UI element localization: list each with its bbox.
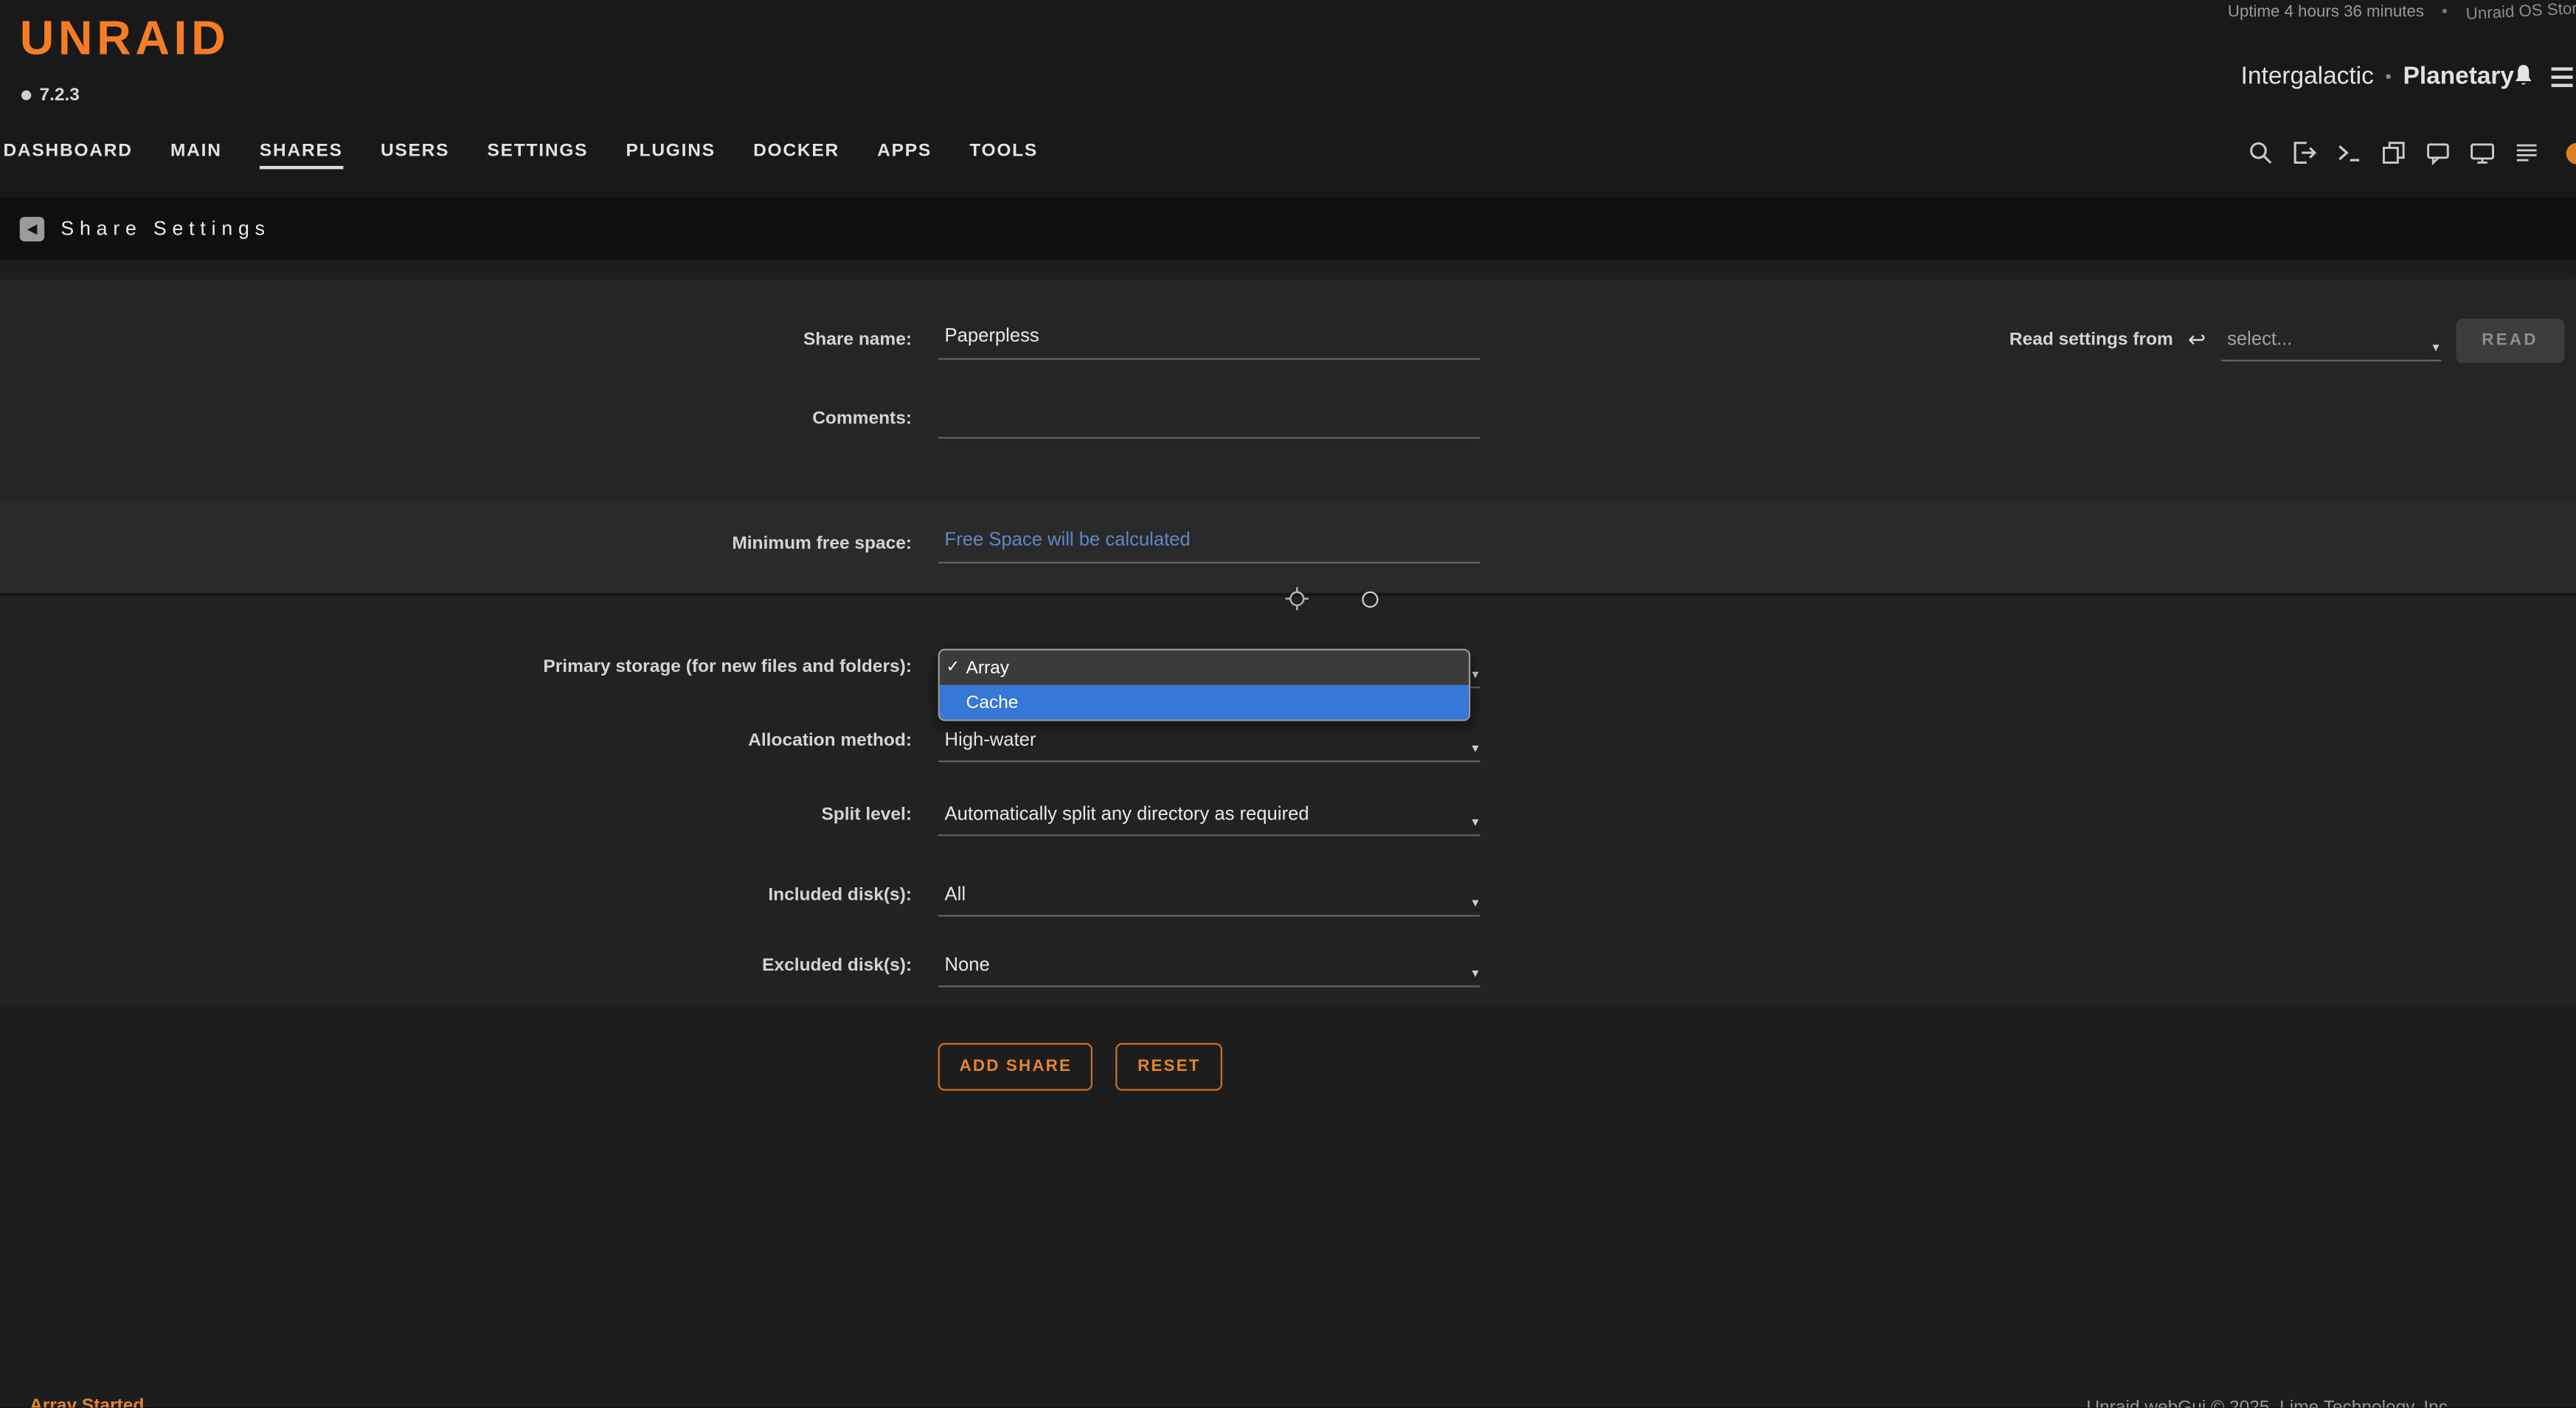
main-nav: DASHBOARD MAIN SHARES USERS SETTINGS PLU… <box>3 142 1038 170</box>
allocation-method-select[interactable]: High-water ▾ <box>938 721 1481 762</box>
included-disks-value: All <box>945 884 966 904</box>
uptime-line: Uptime 4 hours 36 minutes • Unraid OS St… <box>2228 3 2576 21</box>
nav-item-apps[interactable]: APPS <box>877 142 932 170</box>
page-title-bar: ◀ Share Settings <box>0 197 2576 260</box>
monitor-icon[interactable] <box>2469 139 2496 166</box>
comments-label: Comments: <box>0 409 912 429</box>
split-level-row: Split level: Automatically split any dir… <box>0 779 2576 851</box>
dropdown-option-array[interactable]: ✓ Array <box>940 651 1469 685</box>
separator-bullet: • <box>2385 66 2392 86</box>
nav-item-dashboard[interactable]: DASHBOARD <box>3 142 132 170</box>
copy-icon[interactable] <box>2381 139 2407 166</box>
excluded-disks-select[interactable]: None ▾ <box>938 946 1481 987</box>
chevron-down-icon: ▾ <box>1472 666 1478 681</box>
share-name-label: Share name: <box>0 330 912 350</box>
import-arrow-icon: ↩ <box>2188 327 2206 353</box>
back-arrow-icon: ◀ <box>27 221 38 236</box>
feedback-icon[interactable] <box>2425 139 2451 166</box>
split-level-value: Automatically split any directory as req… <box>945 804 1309 824</box>
server-name[interactable]: Intergalactic <box>2241 63 2374 91</box>
included-disks-row: Included disk(s): All ▾ <box>0 859 2576 932</box>
notifications-bell-icon[interactable] <box>2510 63 2537 99</box>
min-free-space-row: Minimum free space: <box>0 507 2576 580</box>
comments-row: Comments: <box>0 383 2576 455</box>
included-disks-label: Included disk(s): <box>0 885 912 905</box>
included-disks-select[interactable]: All ▾ <box>938 875 1481 916</box>
nav-item-docker[interactable]: DOCKER <box>753 142 839 170</box>
primary-storage-label: Primary storage (for new files and folde… <box>0 657 912 677</box>
page-title: Share Settings <box>60 217 270 240</box>
chevron-down-icon: ▾ <box>2432 339 2439 354</box>
circle-marker-icon <box>1362 592 1378 608</box>
form-actions: ADD SHARE RESET <box>938 1043 1222 1091</box>
chevron-down-icon: ▾ <box>1472 895 1478 909</box>
dropdown-option-label: Cache <box>966 693 1018 712</box>
nav-item-tools[interactable]: TOOLS <box>969 142 1038 170</box>
nav-item-settings[interactable]: SETTINGS <box>487 142 588 170</box>
min-free-space-label: Minimum free space: <box>0 534 912 554</box>
status-dot-icon <box>2566 143 2576 164</box>
server-description: Planetary <box>2403 63 2514 91</box>
footer-copyright: Unraid webGui © 2025, Lime Technology, I… <box>2086 1398 2452 1407</box>
comments-input[interactable] <box>938 403 1481 439</box>
allocation-method-value: High-water <box>945 730 1036 750</box>
version-dot-icon <box>21 90 31 100</box>
version-number: 7.2.3 <box>39 86 79 105</box>
read-settings-select-value: select... <box>2227 330 2292 350</box>
chevron-down-icon: ▾ <box>1472 740 1478 755</box>
log-icon[interactable] <box>2513 139 2540 166</box>
min-free-space-input[interactable] <box>938 527 1481 563</box>
menu-icon[interactable] <box>2552 67 2573 87</box>
check-icon: ✓ <box>940 659 966 676</box>
terminal-icon[interactable] <box>2336 139 2363 166</box>
excluded-disks-label: Excluded disk(s): <box>0 956 912 976</box>
excluded-disks-row: Excluded disk(s): None ▾ <box>0 930 2576 1002</box>
nav-item-shares[interactable]: SHARES <box>260 142 343 170</box>
unraid-logo[interactable]: UNRAID <box>20 13 230 67</box>
read-settings-select[interactable]: select... ▾ <box>2220 319 2440 361</box>
read-settings-cluster: Read settings from ↩ select... ▾ READ <box>2009 304 2564 376</box>
chevron-down-icon: ▾ <box>1472 965 1478 979</box>
split-level-label: Split level: <box>0 805 912 825</box>
array-status-link[interactable]: Array Started <box>30 1396 144 1408</box>
nav-item-main[interactable]: MAIN <box>170 142 222 170</box>
crosshair-cursor-icon <box>1285 586 1309 620</box>
primary-storage-dropdown: ✓ Array Cache <box>938 649 1471 721</box>
os-ribbon-text: Unraid OS Stor <box>2465 1 2576 24</box>
utility-icons <box>2248 139 2540 166</box>
chevron-down-icon: ▾ <box>1472 814 1478 828</box>
allocation-method-label: Allocation method: <box>0 731 912 751</box>
back-button[interactable]: ◀ <box>20 216 44 240</box>
excluded-disks-value: None <box>945 955 990 975</box>
search-icon[interactable] <box>2248 139 2274 166</box>
read-settings-label: Read settings from <box>2009 330 2173 350</box>
unraid-share-settings-page: UNRAID 7.2.3 Uptime 4 hours 36 minutes •… <box>0 0 2576 1408</box>
server-identity: Intergalactic • Planetary <box>2241 63 2514 91</box>
reset-button[interactable]: RESET <box>1116 1043 1222 1091</box>
uptime-text: Uptime 4 hours 36 minutes <box>2228 3 2424 21</box>
header: UNRAID 7.2.3 Uptime 4 hours 36 minutes •… <box>0 0 2576 197</box>
share-name-input[interactable] <box>938 324 1481 360</box>
read-button[interactable]: READ <box>2456 318 2565 362</box>
add-share-button[interactable]: ADD SHARE <box>938 1043 1093 1091</box>
dropdown-option-label: Array <box>966 658 1009 678</box>
nav-item-plugins[interactable]: PLUGINS <box>626 142 715 170</box>
separator-bullet: • <box>2442 3 2448 21</box>
logout-icon[interactable] <box>2292 139 2319 166</box>
version-indicator: 7.2.3 <box>21 86 80 105</box>
nav-item-users[interactable]: USERS <box>381 142 449 170</box>
split-level-select[interactable]: Automatically split any directory as req… <box>938 794 1481 836</box>
dropdown-option-cache[interactable]: Cache <box>940 685 1469 720</box>
